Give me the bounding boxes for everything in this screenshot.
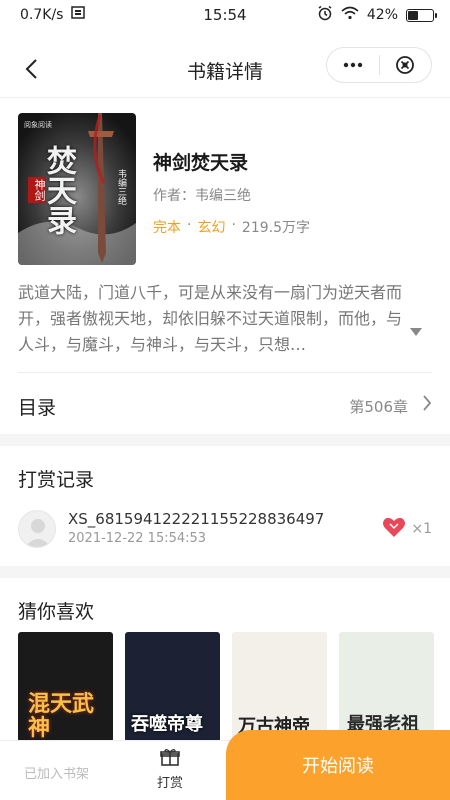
reward-record: XS_681594122221155228836497 2021-12-22 1… [0, 508, 450, 552]
meta-dot: · [231, 217, 236, 233]
status-bar: 0.7K/s 15:54 42% [0, 0, 450, 30]
recommend-book-3[interactable]: 万古神帝 [232, 632, 327, 742]
section-separator [0, 566, 450, 578]
meta-dot: · [187, 217, 192, 233]
catalog-label: 目录 [18, 397, 57, 419]
status-right: 42% [317, 5, 437, 25]
book-synopsis[interactable]: 武道大陆，门道八千，可是从来没有一扇门为逆天者而开，强者傲视天地，却依旧躲不过天… [18, 280, 414, 358]
more-dots-icon [343, 62, 362, 68]
expand-synopsis-icon[interactable] [410, 328, 422, 336]
battery-level [408, 10, 418, 20]
recommend-book-1[interactable]: 混天武神 [18, 632, 113, 742]
add-to-shelf-button[interactable]: 已加入书架 [24, 763, 89, 782]
gift-icon [160, 749, 180, 766]
wifi-icon [341, 6, 359, 24]
reward-button-label: 打赏 [156, 776, 183, 791]
latest-chapter: 第506章 [349, 398, 408, 416]
avatar [18, 510, 56, 548]
start-reading-button[interactable]: 开始阅读 [226, 730, 450, 800]
recommend-title: 猜你喜欢 [18, 601, 95, 623]
mini-program-capsule [326, 47, 432, 83]
book-cover: 阅象阅读 焚天录 神剑 韦编三绝 [18, 113, 136, 265]
book-meta: 完本 · 玄幻 · 219.5万字 [153, 217, 310, 237]
cover-author-text: 韦编三绝 [116, 169, 126, 205]
alarm-icon [317, 5, 333, 25]
catalog-row[interactable]: 目录 第506章 [0, 374, 450, 434]
more-button[interactable] [327, 48, 379, 82]
nav-bar: 书籍详情 [0, 40, 450, 98]
close-circle-icon [396, 56, 415, 74]
divider [18, 372, 432, 373]
book-author: 作者：韦编三绝 [153, 188, 251, 204]
recommend-list: 混天武神 吞噬帝尊 万古神帝 最强老祖 [18, 632, 434, 742]
status-tag: 完本 [153, 220, 181, 236]
section-separator [0, 434, 450, 446]
reward-button[interactable]: 打赏 [140, 748, 200, 791]
battery-icon [406, 8, 437, 22]
cover-subtitle-seal: 神剑 [28, 177, 46, 203]
rec-cover-text: 吞噬帝尊 [131, 714, 203, 735]
reward-username: XS_681594122221155228836497 [68, 510, 325, 528]
reward-time: 2021-12-22 15:54:53 [68, 531, 207, 546]
recommend-book-4[interactable]: 最强老祖 [339, 632, 434, 742]
heart-gift-icon [383, 517, 405, 537]
genre-tag: 玄幻 [197, 220, 226, 236]
battery-percent: 42% [366, 7, 398, 23]
rewards-title: 打赏记录 [18, 469, 95, 491]
close-button[interactable] [380, 48, 432, 82]
book-title: 神剑焚天录 [153, 152, 249, 174]
reward-count: ×1 [411, 521, 432, 537]
recommend-book-2[interactable]: 吞噬帝尊 [125, 632, 220, 742]
svg-text:阅象阅读: 阅象阅读 [24, 120, 52, 129]
word-count: 219.5万字 [241, 220, 310, 236]
rec-cover-text: 混天武神 [28, 691, 95, 741]
chevron-right-icon [423, 395, 432, 411]
